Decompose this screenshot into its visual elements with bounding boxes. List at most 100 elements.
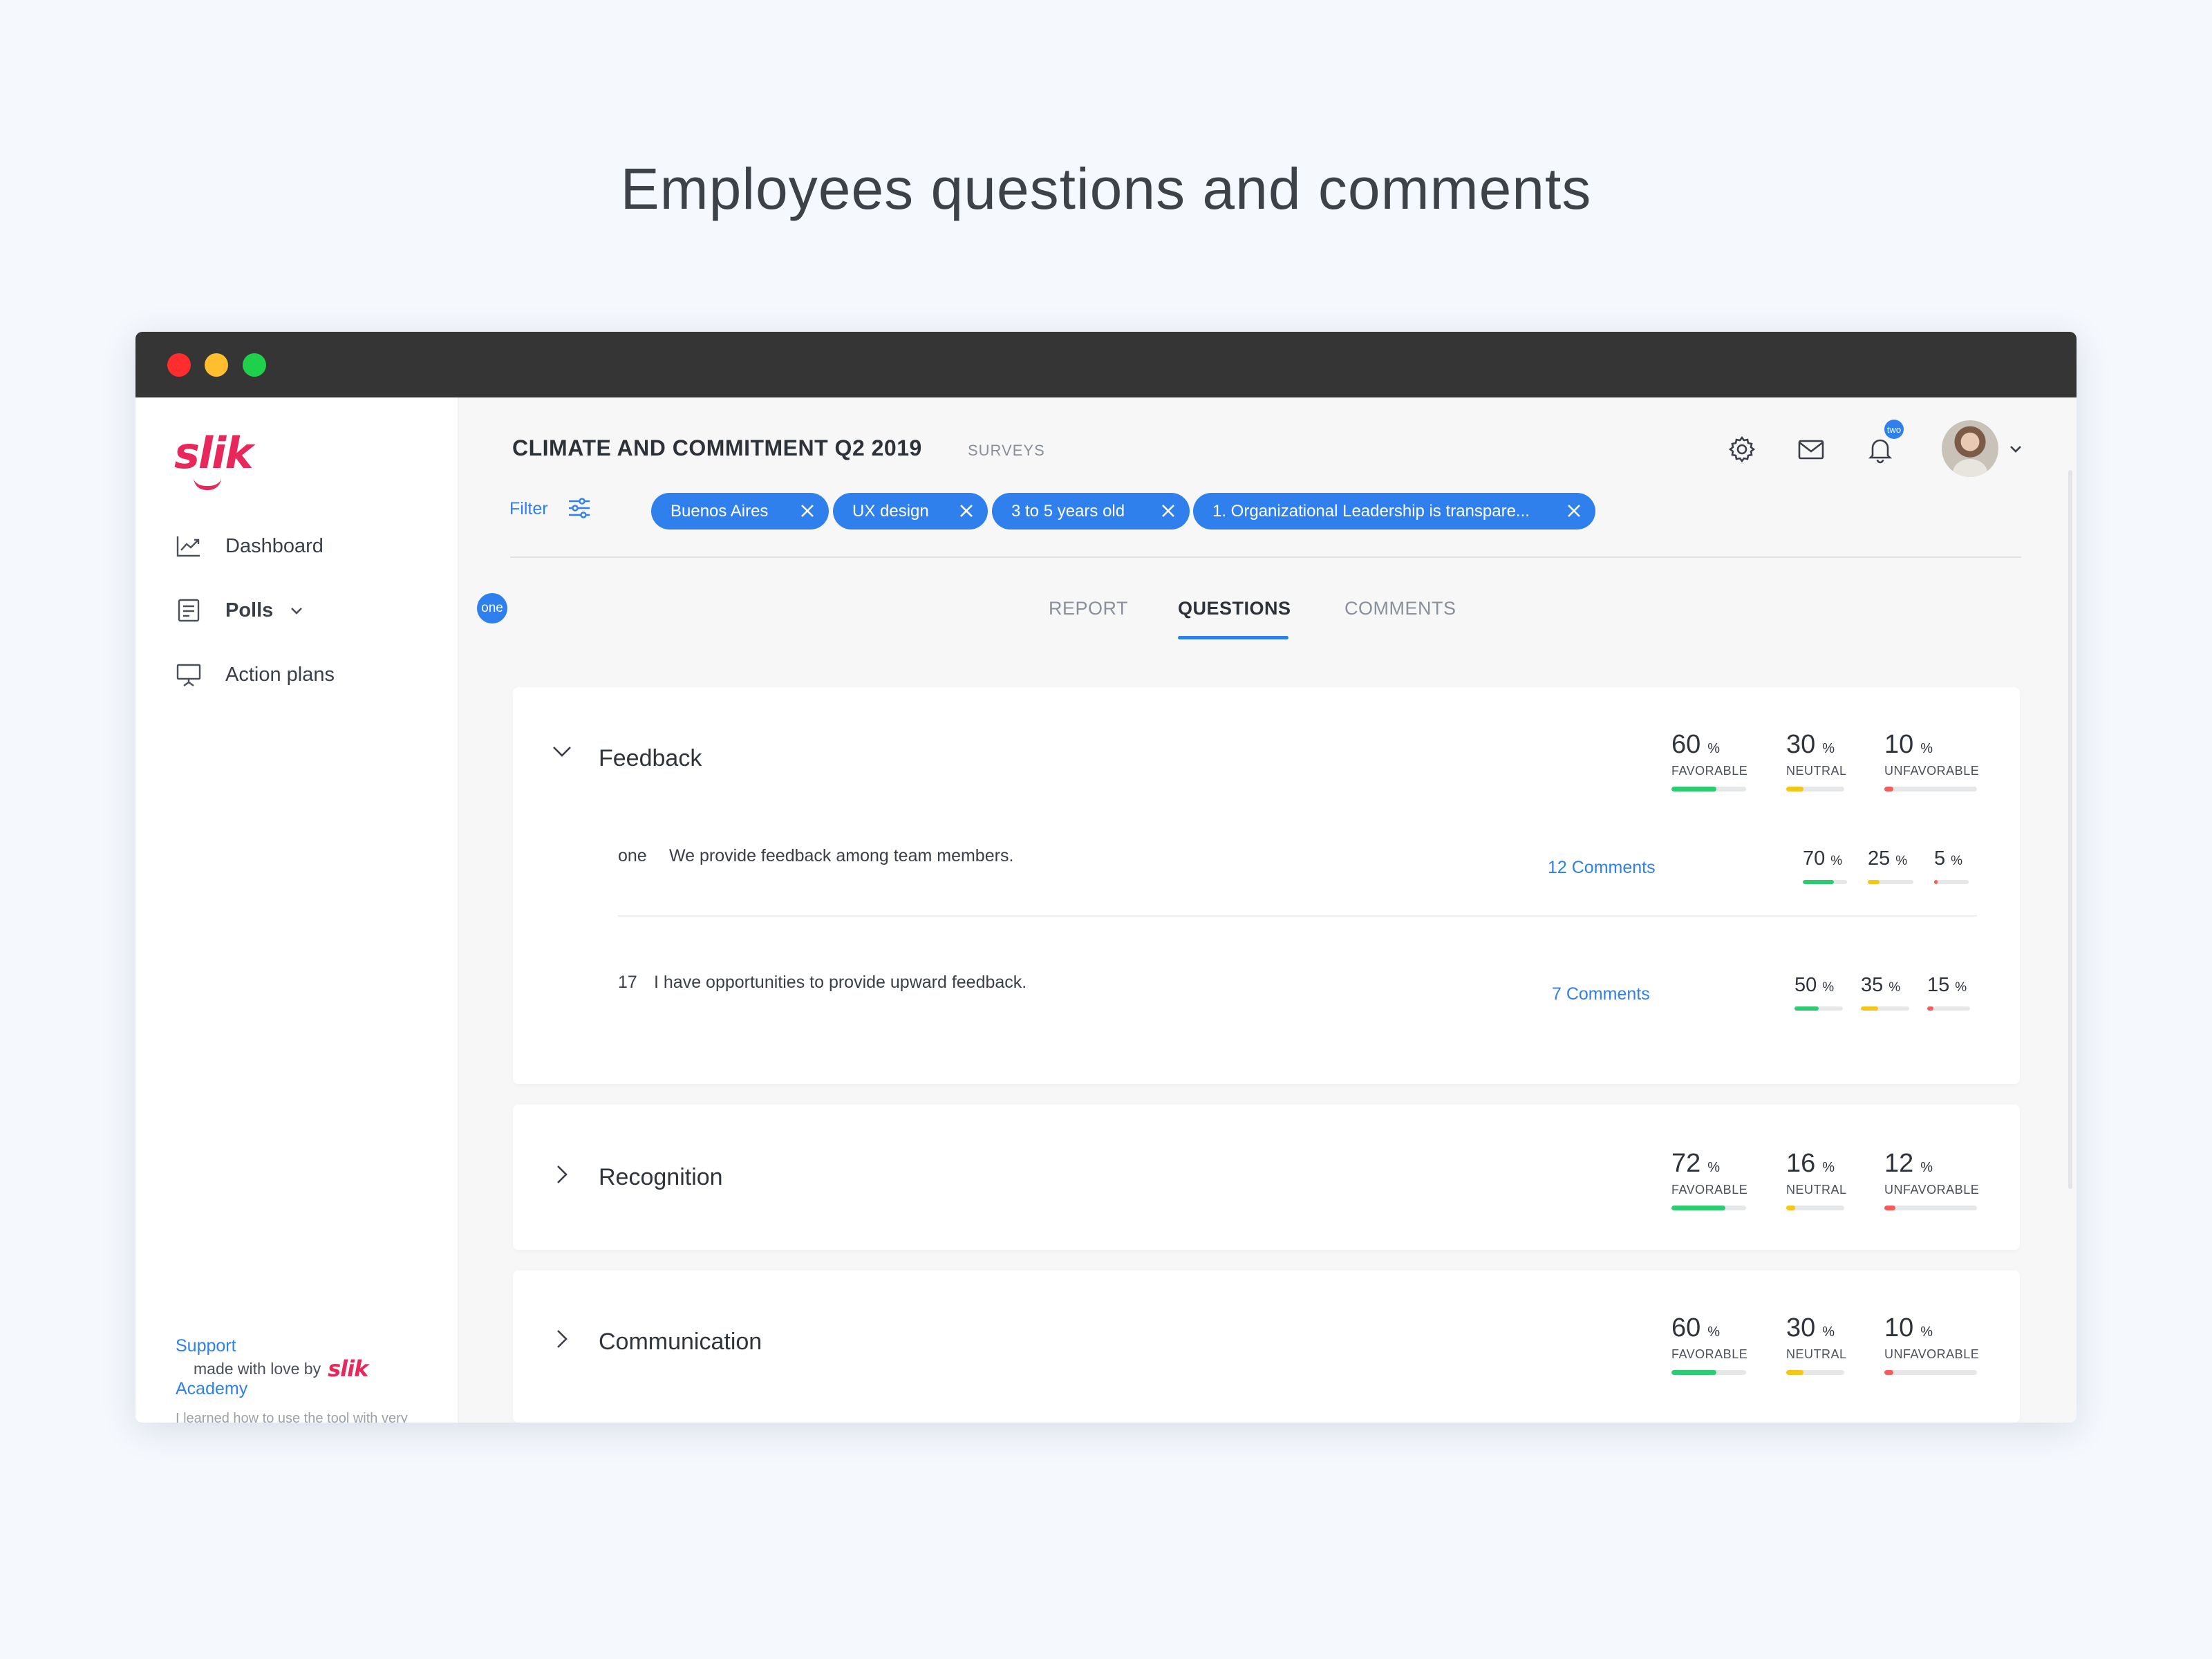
close-window-button[interactable] bbox=[167, 353, 191, 377]
filter-chip-label: Buenos Aires bbox=[671, 501, 769, 521]
close-icon[interactable] bbox=[1161, 503, 1176, 518]
stat-value: 16 bbox=[1786, 1149, 1816, 1178]
stat-unit: % bbox=[1830, 854, 1843, 868]
question-text: I have opportunities to provide upward f… bbox=[654, 973, 1027, 992]
category-title[interactable]: Communication bbox=[599, 1329, 762, 1356]
page-heading: Employees questions and comments bbox=[620, 156, 1592, 221]
category-card-feedback: Feedback 60% FAVORABLE 30% NEUTRAL 10% U… bbox=[513, 687, 2020, 1084]
neutral-stat: 25% bbox=[1868, 847, 1913, 884]
unfavorable-stat: 10% UNFAVORABLE bbox=[1884, 730, 1979, 791]
neutral-bar bbox=[1786, 787, 1844, 791]
chevron-down-icon[interactable] bbox=[288, 602, 305, 619]
favorable-stat: 72% FAVORABLE bbox=[1671, 1149, 1748, 1210]
unfavorable-stat: 15% bbox=[1927, 974, 1970, 1011]
question-text: We provide feedback among team members. bbox=[669, 846, 1014, 865]
survey-title: CLIMATE AND COMMITMENT Q2 2019 bbox=[512, 435, 922, 460]
filter-label[interactable]: Filter bbox=[509, 499, 548, 519]
maximize-window-button[interactable] bbox=[243, 353, 266, 377]
neutral-bar bbox=[1786, 1206, 1844, 1210]
comments-link[interactable]: 7 Comments bbox=[1552, 984, 1650, 1004]
unfavorable-stat: 12% UNFAVORABLE bbox=[1884, 1149, 1979, 1210]
chart-line-icon bbox=[176, 536, 200, 557]
tab-questions[interactable]: QUESTIONS bbox=[1178, 598, 1291, 619]
unfavorable-bar bbox=[1884, 1370, 1977, 1375]
category-title[interactable]: Feedback bbox=[599, 745, 702, 772]
bar-fill bbox=[1861, 1006, 1878, 1011]
sidebar-item-polls[interactable]: Polls one bbox=[176, 593, 507, 628]
favorable-stat: 60% FAVORABLE bbox=[1671, 1313, 1748, 1375]
neutral-bar bbox=[1786, 1370, 1844, 1375]
stat-unit: % bbox=[1895, 854, 1908, 868]
stat-value: 70 bbox=[1803, 847, 1826, 870]
chevron-down-icon[interactable] bbox=[2005, 439, 2026, 460]
comments-link[interactable]: 12 Comments bbox=[1548, 858, 1656, 878]
minimize-window-button[interactable] bbox=[205, 353, 228, 377]
academy-link[interactable]: Academy bbox=[176, 1379, 247, 1399]
filter-chip[interactable]: UX design bbox=[833, 493, 988, 529]
gear-icon[interactable] bbox=[1727, 434, 1757, 465]
slik-logo[interactable]: slik bbox=[174, 428, 254, 478]
stat-unit: % bbox=[1822, 980, 1835, 995]
favorable-bar bbox=[1803, 880, 1847, 884]
category-card-communication: Communication 60% FAVORABLE 30% NEUTRAL … bbox=[513, 1271, 2020, 1423]
document-list-icon bbox=[178, 599, 200, 622]
unfavorable-stat: 5% bbox=[1934, 847, 1969, 884]
stat-value: 30 bbox=[1786, 730, 1816, 759]
stat-label: NEUTRAL bbox=[1786, 1347, 1847, 1361]
bar-fill bbox=[1794, 1006, 1819, 1011]
bell-icon[interactable] bbox=[1865, 434, 1895, 465]
app-window: slik Dashboard Polls one Action plans Su… bbox=[135, 332, 2077, 1423]
sidebar-item-action-plans[interactable]: Action plans bbox=[176, 657, 335, 692]
stat-label: FAVORABLE bbox=[1671, 1347, 1748, 1361]
favorable-bar bbox=[1671, 1206, 1746, 1210]
sidebar-item-label: Dashboard bbox=[225, 534, 324, 557]
bar-fill bbox=[1884, 1206, 1896, 1210]
sliders-icon[interactable] bbox=[567, 496, 592, 520]
scrollbar[interactable] bbox=[2068, 470, 2072, 1189]
stat-unit: % bbox=[1822, 1324, 1835, 1340]
filter-chip[interactable]: 3 to 5 years old bbox=[992, 493, 1190, 529]
stat-unit: % bbox=[1822, 1160, 1835, 1175]
chevron-down-icon[interactable] bbox=[550, 740, 574, 763]
survey-breadcrumb[interactable]: SURVEYS bbox=[968, 442, 1045, 460]
footer-slik-logo[interactable]: slik bbox=[328, 1356, 368, 1382]
tab-report[interactable]: REPORT bbox=[1049, 598, 1128, 619]
sidebar-item-dashboard[interactable]: Dashboard bbox=[176, 529, 324, 563]
window-titlebar bbox=[135, 332, 2077, 397]
close-icon[interactable] bbox=[959, 503, 974, 518]
stat-value: 12 bbox=[1884, 1149, 1914, 1178]
bar-fill bbox=[1868, 880, 1880, 884]
favorable-stat: 60% FAVORABLE bbox=[1671, 730, 1747, 791]
support-link[interactable]: Support bbox=[176, 1336, 236, 1356]
bar-fill bbox=[1786, 1370, 1804, 1375]
close-icon[interactable] bbox=[800, 503, 815, 518]
mail-icon[interactable] bbox=[1796, 434, 1826, 465]
bar-fill bbox=[1927, 1006, 1934, 1011]
filter-chip[interactable]: Buenos Aires bbox=[651, 493, 829, 529]
favorable-stat: 70% bbox=[1803, 847, 1847, 884]
neutral-stat: 30% NEUTRAL bbox=[1786, 1313, 1847, 1375]
filter-chip[interactable]: 1. Organizational Leadership is transpar… bbox=[1193, 493, 1595, 529]
stat-unit: % bbox=[1707, 1160, 1721, 1175]
stat-label: NEUTRAL bbox=[1786, 1183, 1847, 1197]
stat-value: 60 bbox=[1671, 1313, 1701, 1342]
stat-value: 5 bbox=[1934, 847, 1946, 870]
stat-label: FAVORABLE bbox=[1671, 1183, 1748, 1197]
filter-chip-label: UX design bbox=[852, 501, 929, 521]
close-icon[interactable] bbox=[1566, 503, 1582, 518]
question-number: 17 bbox=[618, 973, 637, 992]
notification-badge: two bbox=[1884, 420, 1904, 439]
footer-text: made with love by bbox=[194, 1359, 321, 1378]
stat-value: 25 bbox=[1868, 847, 1891, 870]
neutral-stat: 16% NEUTRAL bbox=[1786, 1149, 1847, 1210]
stat-unit: % bbox=[1707, 741, 1721, 756]
bar-fill bbox=[1671, 1370, 1716, 1375]
favorable-stat: 50% bbox=[1794, 974, 1843, 1011]
user-avatar[interactable] bbox=[1942, 420, 1998, 477]
chevron-right-icon[interactable] bbox=[550, 1327, 574, 1351]
chevron-right-icon[interactable] bbox=[550, 1163, 574, 1186]
stat-unit: % bbox=[1920, 1160, 1933, 1175]
bar-fill bbox=[1803, 880, 1834, 884]
tab-comments[interactable]: COMMENTS bbox=[1344, 598, 1456, 619]
category-title[interactable]: Recognition bbox=[599, 1164, 723, 1191]
